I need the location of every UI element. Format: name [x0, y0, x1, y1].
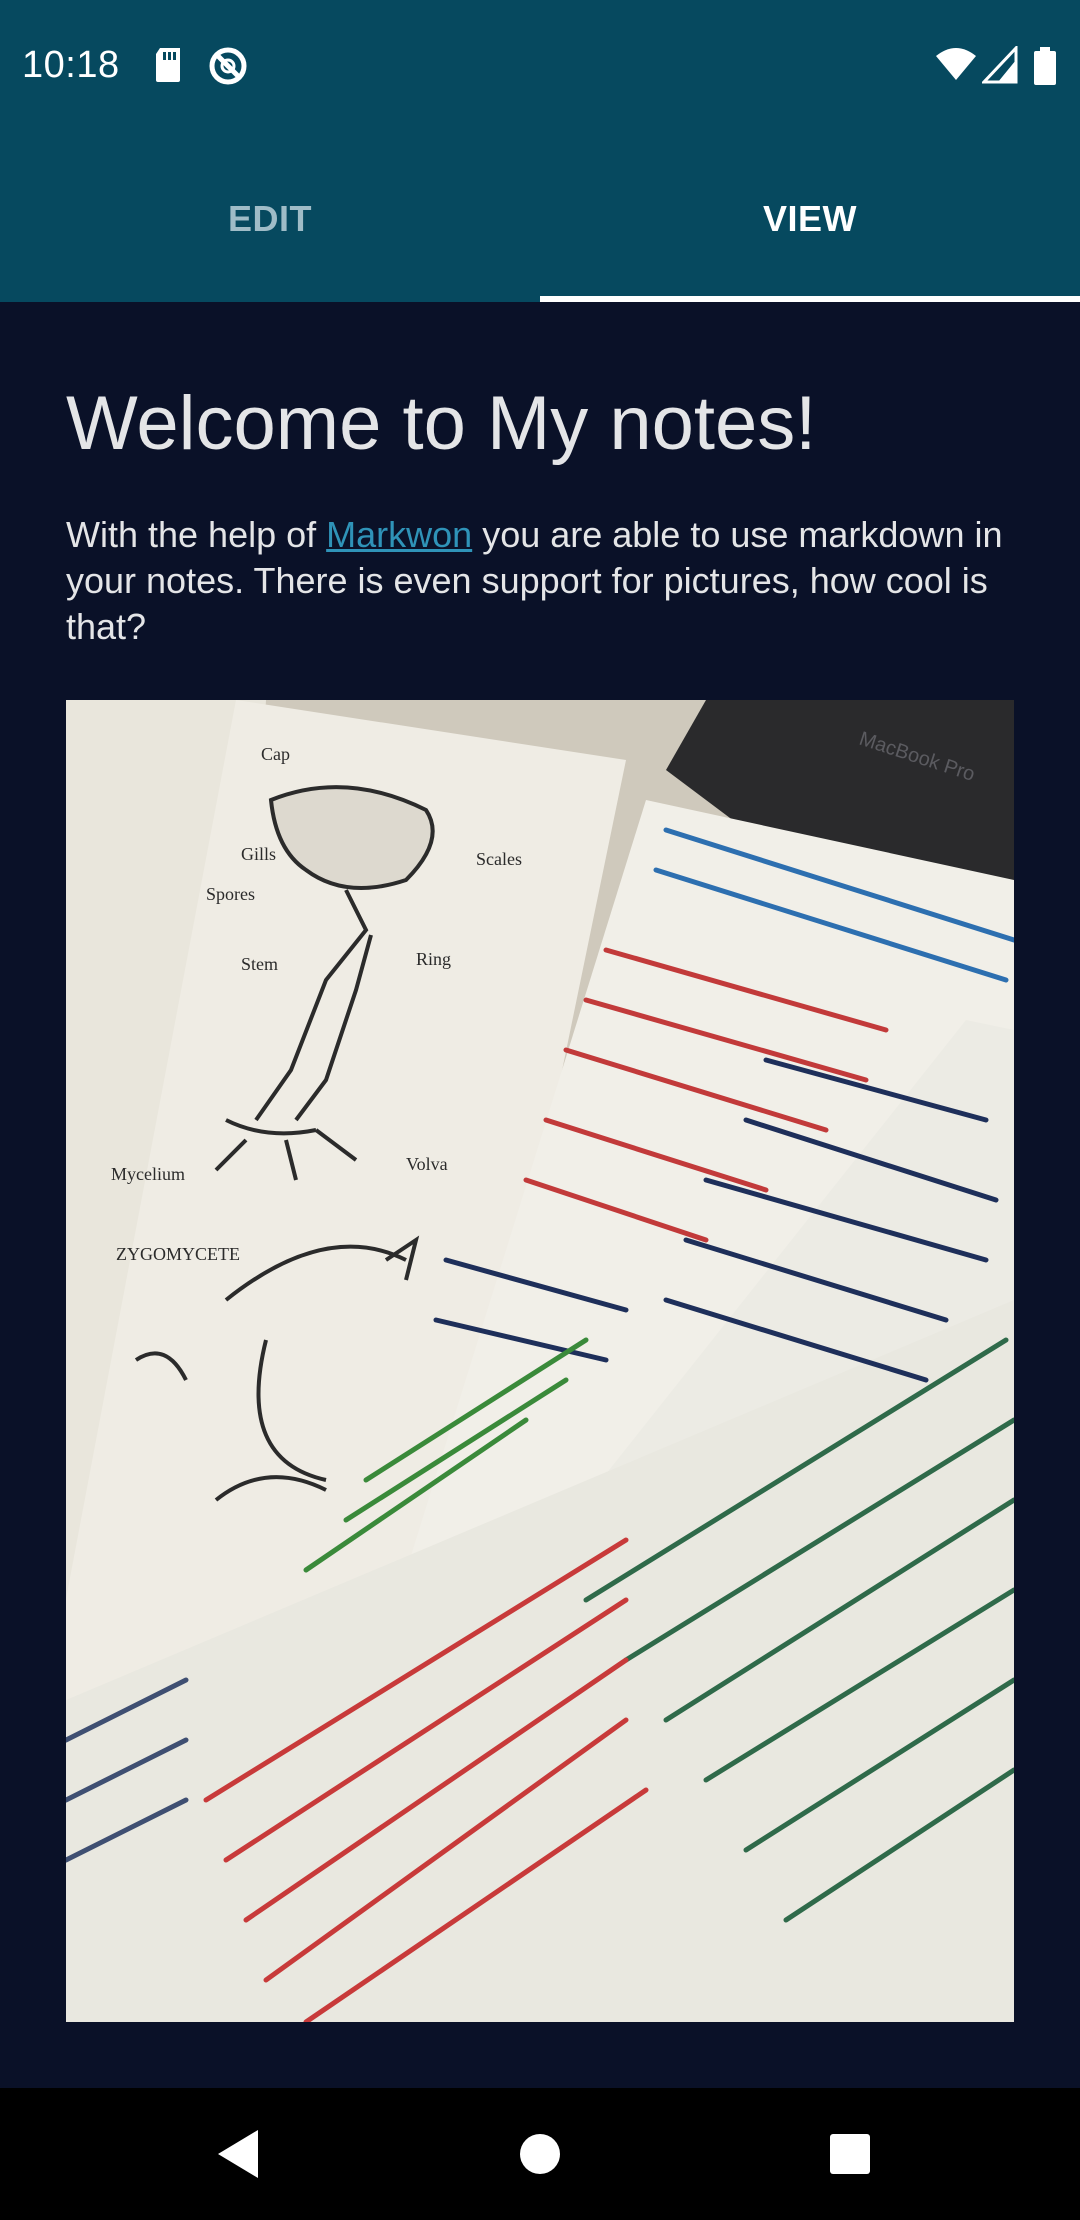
tab-edit[interactable]: EDIT — [0, 136, 540, 302]
tab-view[interactable]: VIEW — [540, 136, 1080, 302]
svg-text:Mycelium: Mycelium — [111, 1164, 185, 1184]
recents-icon[interactable] — [810, 2114, 890, 2194]
svg-text:Spores: Spores — [206, 884, 255, 904]
wifi-icon — [934, 46, 978, 84]
note-preview[interactable]: Welcome to My notes! With the help of Ma… — [0, 302, 1080, 2088]
status-time: 10:18 — [22, 44, 120, 86]
status-bar: 10:18 — [0, 0, 1080, 136]
cellular-signal-icon — [980, 44, 1018, 84]
svg-text:Cap: Cap — [261, 744, 290, 764]
note-heading: Welcome to My notes! — [66, 381, 817, 466]
svg-text:Gills: Gills — [241, 844, 276, 864]
svg-text:Volva: Volva — [406, 1154, 448, 1174]
markwon-link[interactable]: Markwon — [326, 514, 472, 555]
vpn-icon — [208, 46, 247, 85]
back-icon[interactable] — [200, 2114, 280, 2194]
sd-card-icon — [152, 46, 188, 84]
battery-icon — [1032, 46, 1058, 85]
svg-text:ZYGOMYCETE: ZYGOMYCETE — [116, 1244, 240, 1264]
svg-text:Stem: Stem — [241, 954, 278, 974]
note-image: MacBook Pro Cap Gills Scales Spores Stem… — [66, 700, 1014, 2022]
svg-text:Ring: Ring — [416, 949, 451, 969]
tab-bar: EDIT VIEW — [0, 136, 1080, 302]
note-paragraph: With the help of Markwon you are able to… — [66, 512, 1026, 650]
navigation-bar — [0, 2088, 1080, 2220]
home-icon[interactable] — [500, 2114, 580, 2194]
svg-text:Scales: Scales — [476, 849, 522, 869]
paragraph-text-start: With the help of — [66, 514, 327, 555]
